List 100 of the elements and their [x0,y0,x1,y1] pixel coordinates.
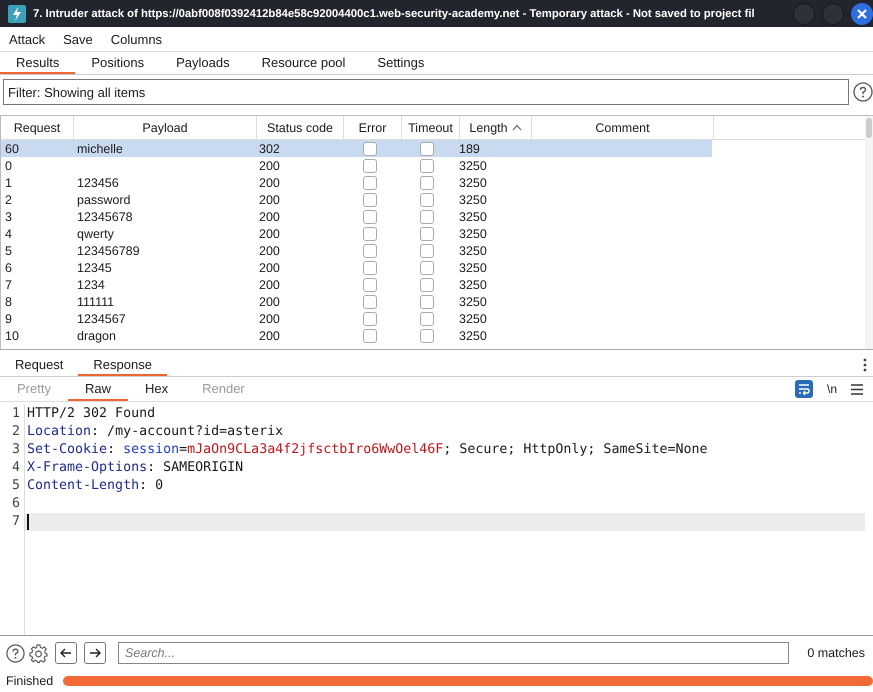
table-cell-text: 3250 [458,260,488,276]
table-row[interactable]: 8 111111 200 3250 [1,293,865,310]
checkbox[interactable] [362,328,376,342]
next-button[interactable] [84,642,106,664]
maximize-button[interactable] [822,2,844,24]
checkbox[interactable] [362,158,376,172]
checkbox[interactable] [362,142,376,156]
checkbox[interactable] [362,192,376,206]
table-row[interactable]: 60 michelle 302 189 [1,140,712,157]
checkbox[interactable] [362,312,376,326]
tab[interactable]: Request [0,354,78,376]
tab[interactable]: Results [0,52,76,74]
table-cell-text: 3250 [458,276,488,293]
column-header[interactable]: Length [460,116,532,139]
checkbox[interactable] [420,294,434,308]
status-text: Finished [6,674,54,688]
scrollbar-thumb[interactable] [866,118,872,138]
checkbox[interactable] [420,176,434,190]
checkbox[interactable] [362,260,376,274]
table-cell-text: 0 [4,158,13,174]
table-cell: qwerty [77,226,114,240]
checkbox[interactable] [362,244,376,258]
checkbox[interactable] [362,294,376,308]
tab[interactable]: Payloads [160,52,246,74]
checkbox[interactable] [420,226,434,240]
column-header[interactable]: Comment [532,116,714,139]
checkbox[interactable] [420,312,434,326]
checkbox[interactable] [420,142,434,156]
table-cell-text: 302 [258,140,281,157]
table-cell-text: 7 [4,276,13,293]
column-header[interactable]: Timeout [402,116,460,139]
table-row[interactable]: 5 123456789 200 3250 [1,242,865,259]
table-row[interactable]: 7 1234 200 3250 [1,276,865,293]
checkbox[interactable] [420,260,434,274]
checkbox[interactable] [362,278,376,292]
column-header[interactable]: Error [344,116,402,139]
right-arrow-icon [89,648,101,658]
checkbox[interactable] [420,244,434,258]
tab[interactable]: Resource pool [246,52,362,74]
table-cell-text: 200 [258,192,281,208]
menu-item[interactable]: Attack [0,32,54,46]
table-cell-text: 3 [4,208,13,225]
table-row[interactable]: 1 123456 200 3250 [1,174,865,191]
column-header[interactable]: Request [1,116,74,139]
table-cell: 111111 [77,294,114,308]
table-cell-text: 3250 [458,192,488,208]
wrap-icon[interactable] [794,380,813,398]
tab[interactable]: Raw [68,377,128,401]
code-line: X-Frame-Options: SAMEORIGIN [27,460,244,475]
menu-item[interactable]: Save [54,32,102,46]
table-cell: password [77,192,130,206]
previous-button[interactable] [55,642,77,664]
column-header[interactable]: Payload [74,116,257,139]
checkbox[interactable] [420,278,434,292]
table-cell-text: 200 [258,174,281,191]
table-cell-text: 6 [4,260,13,276]
checkbox[interactable] [362,176,376,190]
table-cell-text: 3250 [458,242,488,259]
tab[interactable]: Settings [361,52,440,74]
close-icon[interactable] [851,2,873,24]
menu-item[interactable]: Columns [102,32,172,46]
table-row[interactable]: 4 qwerty 200 3250 [1,225,865,242]
table-row[interactable]: 3 12345678 200 3250 [1,208,865,225]
table-cell-text: 3250 [458,294,488,310]
checkbox[interactable] [420,210,434,224]
code-line: Set-Cookie: session=mJaOn9CLa3a4f2jfsctbIro6WwOel46F; Secure; HttpOnly; SameSite=None [27,442,708,457]
table-cell: 12345678 [77,210,133,224]
tab[interactable]: Hex [128,377,186,401]
table-row[interactable]: 9 1234567 200 3250 [1,310,865,327]
settings-icon[interactable] [29,644,48,662]
window-title: 7. Intruder attack of https://0abf008f0392412b84e58c92004400c1.web-security-academy.net - Temporary attack - Not saved to project fil [33,8,756,20]
table-row[interactable]: 2 password 200 3250 [1,191,865,208]
table-cell-text: 189 [458,140,481,157]
table-cell-text: 8 [4,294,13,310]
table-cell-text: 3250 [458,328,488,344]
tab[interactable]: Positions [75,52,160,74]
filter-bar[interactable]: Filter: Showing all items [3,79,849,105]
checkbox[interactable] [420,192,434,206]
table-cell: michelle [77,142,123,156]
menu-icon[interactable] [851,384,863,394]
checkbox[interactable] [362,226,376,240]
lightning-icon [8,4,26,22]
checkbox[interactable] [420,158,434,172]
help-icon[interactable] [853,82,873,102]
table-cell-text: 200 [258,276,281,293]
search-field[interactable]: Search... [118,642,790,664]
tab[interactable]: Response [78,354,167,376]
checkbox[interactable] [420,328,434,342]
newline-toggle[interactable]: \n [812,382,851,396]
column-header[interactable]: Status code [257,116,344,139]
table-row[interactable]: 6 12345 200 3250 [1,259,865,276]
table-cell: 123456 [77,176,119,190]
more-icon[interactable] [863,358,867,372]
checkbox[interactable] [362,210,376,224]
minimize-button[interactable] [793,2,815,24]
table-cell: 1234567 [77,312,126,326]
table-row[interactable]: 0 200 3250 [1,157,865,174]
help-icon[interactable] [6,644,25,662]
table-cell: 12345 [77,260,112,274]
table-row[interactable]: 10 dragon 200 3250 [1,327,865,344]
